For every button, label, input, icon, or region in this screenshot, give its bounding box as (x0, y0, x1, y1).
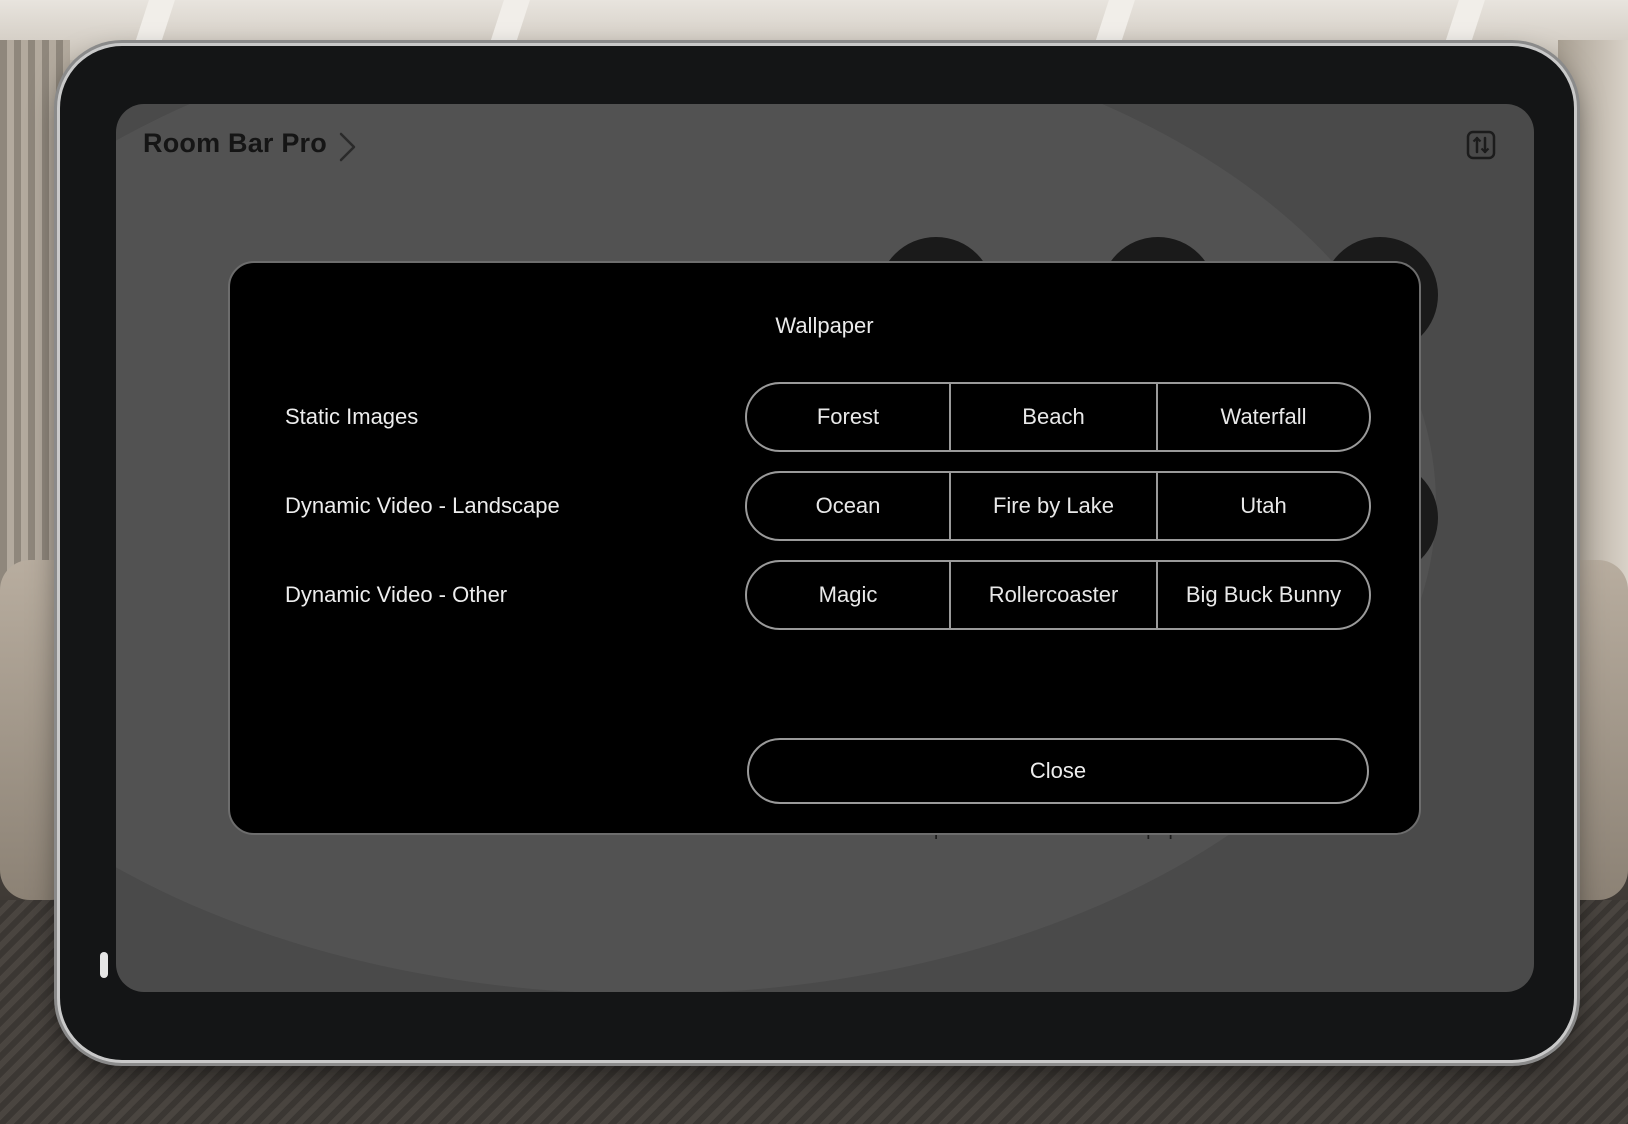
option-beach-button[interactable]: Beach (949, 384, 1156, 450)
control-panel-icon[interactable] (1466, 130, 1496, 160)
dynamic-other-segmented-control: Magic Rollercoaster Big Buck Bunny (745, 560, 1371, 630)
wallpaper-dialog: Wallpaper Static Images Forest Beach Wat… (228, 261, 1421, 835)
row-label-dynamic-landscape: Dynamic Video - Landscape (285, 493, 560, 518)
dynamic-landscape-segmented-control: Ocean Fire by Lake Utah (745, 471, 1371, 541)
chevron-right-icon[interactable] (334, 130, 360, 164)
dialog-title: Wallpaper (775, 313, 874, 338)
close-button[interactable]: Close (747, 738, 1369, 804)
option-big-buck-bunny-button[interactable]: Big Buck Bunny (1156, 562, 1369, 628)
option-fire-by-lake-button[interactable]: Fire by Lake (949, 473, 1156, 539)
static-images-segmented-control: Forest Beach Waterfall (745, 382, 1371, 452)
option-utah-button[interactable]: Utah (1156, 473, 1369, 539)
option-waterfall-button[interactable]: Waterfall (1156, 384, 1369, 450)
row-label-static-images: Static Images (285, 404, 419, 429)
page-title[interactable]: Room Bar Pro (143, 128, 327, 159)
option-forest-button[interactable]: Forest (747, 384, 949, 450)
option-magic-button[interactable]: Magic (747, 562, 949, 628)
option-rollercoaster-button[interactable]: Rollercoaster (949, 562, 1156, 628)
row-label-dynamic-other: Dynamic Video - Other (285, 582, 508, 607)
option-ocean-button[interactable]: Ocean (747, 473, 949, 539)
home-indicator[interactable] (100, 952, 108, 978)
